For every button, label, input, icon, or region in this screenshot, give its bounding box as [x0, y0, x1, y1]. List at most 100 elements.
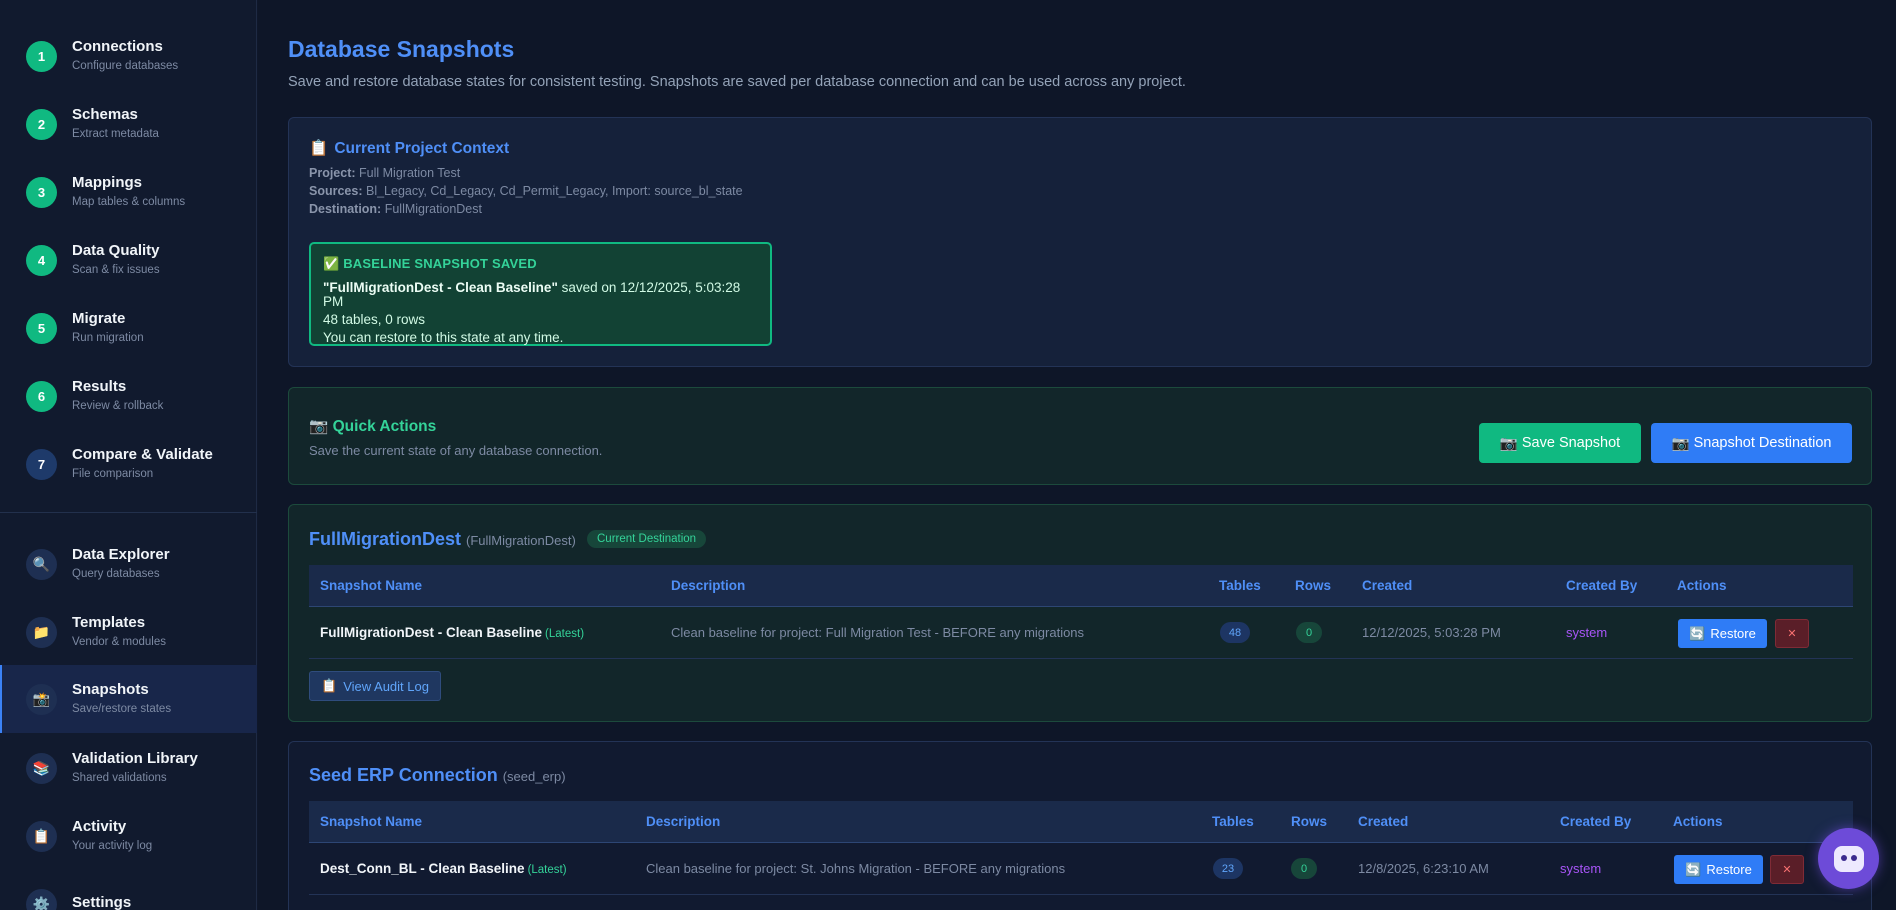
snapshot-table-header: Snapshot Name Description Tables Rows Cr…	[309, 801, 1853, 843]
snapshot-created-by: system	[1560, 861, 1602, 876]
check-icon: ✅	[323, 256, 340, 271]
context-destination: Destination: FullMigrationDest	[309, 202, 482, 216]
context-project: Project: Full Migration Test	[309, 166, 460, 180]
restore-button[interactable]: 🔄 Restore	[1678, 619, 1767, 648]
nav-step-results[interactable]: 6 Results Review & rollback	[0, 365, 257, 427]
th-actions: Actions	[1673, 814, 1723, 829]
nav-step-compare-validate[interactable]: 7 Compare & Validate File comparison	[0, 433, 257, 495]
sidebar-divider	[0, 512, 257, 513]
context-title: 📋 Current Project Context	[309, 139, 509, 158]
page-title: Database Snapshots	[288, 36, 515, 62]
nav-title: Data Explorer	[72, 546, 170, 563]
nav-templates[interactable]: 📁 Templates Vendor & modules	[0, 601, 257, 663]
baseline-saved-alert: ✅ BASELINE SNAPSHOT SAVED "FullMigration…	[309, 242, 772, 346]
step-number: 4	[26, 244, 57, 276]
nav-title: Data Quality	[72, 242, 160, 259]
clipboard-icon: 📋	[321, 678, 338, 693]
step-number: 1	[26, 40, 57, 72]
nav-subtitle: Map tables & columns	[72, 196, 186, 208]
rows-count-badge: 0	[1296, 622, 1322, 643]
database-name: FullMigrationDest	[309, 529, 461, 549]
context-sources: Sources: Bl_Legacy, Cd_Legacy, Cd_Permit…	[309, 184, 743, 198]
nav-validation-library[interactable]: 📚 Validation Library Shared validations	[0, 737, 257, 799]
step-number: 7	[26, 448, 57, 480]
page-description: Save and restore database states for con…	[288, 74, 1186, 90]
save-snapshot-button[interactable]: 📷 Save Snapshot	[1479, 423, 1641, 463]
nav-subtitle: Configure databases	[72, 60, 179, 72]
baseline-note: You can restore to this state at any tim…	[323, 330, 564, 345]
th-snapshot-name: Snapshot Name	[320, 814, 423, 829]
nav-subtitle: Extract metadata	[72, 128, 159, 140]
th-tables: Tables	[1212, 814, 1254, 829]
sidebar: 1 Connections Configure databases 2 Schem…	[0, 0, 257, 910]
assistant-button[interactable]	[1818, 828, 1879, 889]
restore-icon: 🔄	[1689, 625, 1706, 641]
nav-subtitle: Query databases	[72, 568, 160, 580]
project-value: Full Migration Test	[359, 166, 461, 180]
baseline-stats: 48 tables, 0 rows	[323, 312, 426, 327]
th-created: Created	[1358, 814, 1409, 829]
nav-data-explorer[interactable]: 🔍 Data Explorer Query databases	[0, 533, 257, 595]
th-tables: Tables	[1219, 578, 1261, 593]
nav-settings[interactable]: ⚙️ Settings	[0, 873, 257, 910]
baseline-heading-text: BASELINE SNAPSHOT SAVED	[343, 256, 537, 271]
nav-title: Validation Library	[72, 750, 198, 767]
delete-snapshot-button[interactable]: ✕	[1770, 855, 1804, 884]
restore-label: Restore	[1710, 626, 1756, 641]
nav-title: Mappings	[72, 174, 142, 191]
database-title: Seed ERP Connection (seed_erp)	[309, 765, 566, 786]
th-created: Created	[1362, 578, 1413, 593]
project-label: Project:	[309, 166, 356, 180]
folder-icon: 📁	[26, 616, 57, 648]
nav-subtitle: Scan & fix issues	[72, 264, 160, 276]
snapshot-description: Clean baseline for project: Full Migrati…	[671, 625, 1085, 640]
nav-subtitle: File comparison	[72, 468, 154, 480]
th-actions: Actions	[1677, 578, 1727, 593]
quick-actions-title-text: Quick Actions	[332, 418, 437, 435]
nav-step-mappings[interactable]: 3 Mappings Map tables & columns	[0, 161, 257, 223]
snapshot-created-by: system	[1566, 625, 1608, 640]
step-number: 2	[26, 108, 57, 140]
nav-activity[interactable]: 📋 Activity Your activity log	[0, 805, 257, 867]
main-content: Database Snapshots Save and restore data…	[258, 0, 1896, 910]
baseline-name: "FullMigrationDest - Clean Baseline"	[323, 280, 558, 295]
snapshot-destination-label: Snapshot Destination	[1693, 435, 1832, 451]
context-title-text: Current Project Context	[334, 140, 510, 157]
save-snapshot-label: Save Snapshot	[1521, 435, 1621, 451]
destination-value: FullMigrationDest	[384, 202, 482, 216]
database-key: (FullMigrationDest)	[466, 533, 576, 548]
nav-title: Snapshots	[72, 681, 149, 698]
latest-tag: (Latest)	[545, 628, 585, 640]
snapshot-description: Clean baseline for project: St. Johns Mi…	[646, 861, 1066, 876]
delete-snapshot-button[interactable]: ✕	[1775, 619, 1809, 648]
quick-actions-title: 📷 Quick Actions	[309, 417, 436, 436]
close-icon: ✕	[1787, 628, 1797, 640]
step-number: 6	[26, 380, 57, 412]
database-card-seed-erp: Seed ERP Connection (seed_erp) Snapshot N…	[288, 741, 1872, 910]
books-icon: 📚	[26, 752, 57, 784]
nav-step-schemas[interactable]: 2 Schemas Extract metadata	[0, 93, 257, 155]
nav-snapshots[interactable]: 📸 Snapshots Save/restore states	[0, 665, 257, 733]
restore-icon: 🔄	[1685, 861, 1702, 877]
snapshot-name-text: Dest_Conn_BL - Clean Baseline	[320, 861, 525, 876]
restore-button[interactable]: 🔄 Restore	[1674, 855, 1763, 884]
nav-step-connections[interactable]: 1 Connections Configure databases	[0, 25, 257, 87]
sources-value: Bl_Legacy, Cd_Legacy, Cd_Permit_Legacy, …	[365, 184, 743, 198]
nav-step-data-quality[interactable]: 4 Data Quality Scan & fix issues	[0, 229, 257, 291]
gear-icon: ⚙️	[26, 888, 57, 910]
database-name: Seed ERP Connection	[309, 765, 498, 785]
latest-tag: (Latest)	[527, 864, 567, 876]
th-snapshot-name: Snapshot Name	[320, 578, 423, 593]
nav-title: Activity	[72, 818, 127, 835]
snapshot-destination-button[interactable]: 📷 Snapshot Destination	[1651, 423, 1852, 463]
clipboard-icon: 📋	[26, 820, 57, 852]
tables-count-badge: 23	[1213, 858, 1243, 879]
snapshot-created: 12/12/2025, 5:03:28 PM	[1362, 625, 1501, 640]
view-audit-log-button[interactable]: 📋 View Audit Log	[309, 671, 441, 701]
nav-step-migrate[interactable]: 5 Migrate Run migration	[0, 297, 257, 359]
restore-label: Restore	[1706, 862, 1752, 877]
nav-title: Compare & Validate	[72, 446, 213, 463]
nav-title: Connections	[72, 38, 163, 55]
robot-icon	[1833, 845, 1864, 872]
project-context-card: 📋 Current Project Context Project: Full M…	[288, 117, 1872, 367]
